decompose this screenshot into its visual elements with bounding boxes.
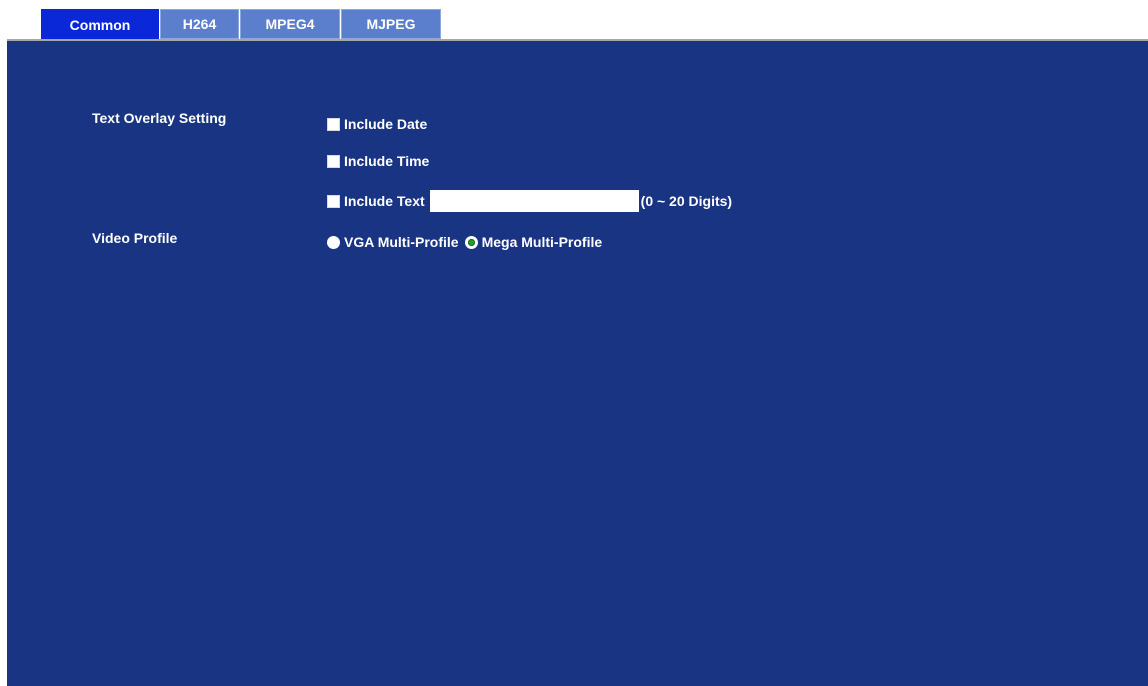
vga-multi-profile-radio[interactable] <box>327 235 340 249</box>
tab-common[interactable]: Common <box>41 9 159 39</box>
overlay-text-hint: (0 ~ 20 Digits) <box>640 193 733 209</box>
mega-multi-profile-radio[interactable] <box>464 235 478 249</box>
include-date-checkbox[interactable] <box>327 117 340 131</box>
tab-common-label: Common <box>69 17 131 33</box>
tab-mpeg4-label: MPEG4 <box>265 16 315 32</box>
include-time-checkbox[interactable] <box>327 154 340 168</box>
vga-multi-profile-label: VGA Multi-Profile <box>344 234 459 250</box>
video-profile-label: Video Profile <box>92 230 178 246</box>
overlay-text-input[interactable] <box>429 190 639 212</box>
tab-h264[interactable]: H264 <box>160 9 239 39</box>
settings-panel: Text Overlay Setting Include Date Includ… <box>7 39 1148 686</box>
tab-mpeg4[interactable]: MPEG4 <box>240 9 340 39</box>
tab-h264-label: H264 <box>182 16 217 32</box>
include-date-label: Include Date <box>344 116 428 132</box>
include-text-row: Include Text (0 ~ 20 Digits) <box>327 190 732 212</box>
tab-mjpeg-label: MJPEG <box>366 16 416 32</box>
tab-mjpeg[interactable]: MJPEG <box>341 9 441 39</box>
tab-bar: Common H264 MPEG4 MJPEG <box>41 9 442 39</box>
include-time-label: Include Time <box>344 153 430 169</box>
include-text-checkbox[interactable] <box>327 194 340 208</box>
include-time-row: Include Time <box>327 153 429 169</box>
mega-multi-profile-label: Mega Multi-Profile <box>481 234 603 250</box>
text-overlay-setting-label: Text Overlay Setting <box>92 110 227 126</box>
include-date-row: Include Date <box>327 116 427 132</box>
include-text-label: Include Text <box>344 193 425 209</box>
video-profile-options: VGA Multi-Profile Mega Multi-Profile <box>327 234 602 250</box>
